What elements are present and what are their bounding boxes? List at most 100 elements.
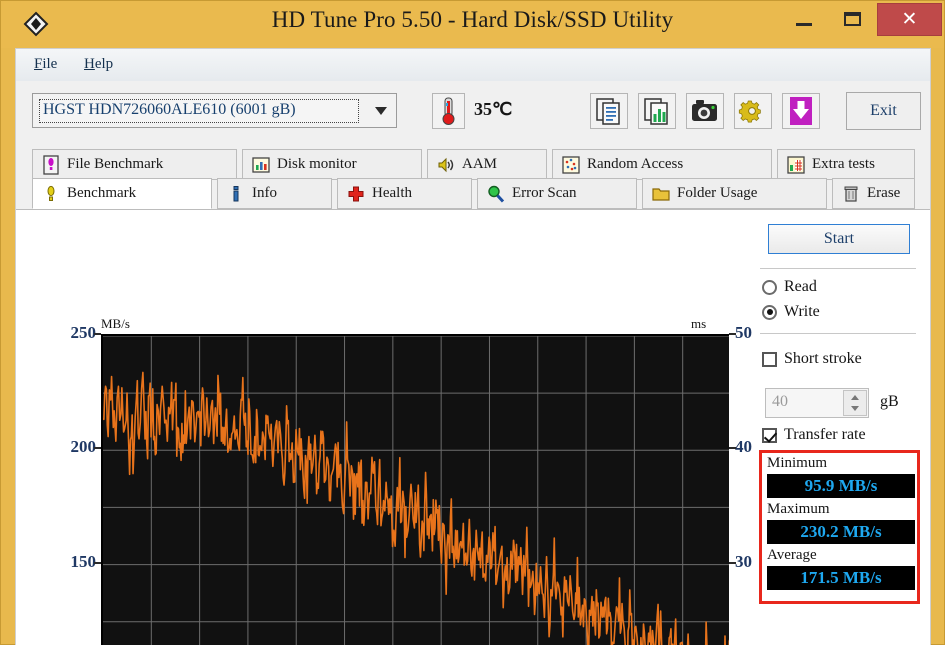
drive-select-value: HGST HDN726060ALE610 (6001 gB): [39, 99, 359, 123]
gear-icon[interactable]: [734, 93, 772, 129]
download-arrow-icon[interactable]: [782, 93, 820, 129]
drive-select[interactable]: HGST HDN726060ALE610 (6001 gB): [32, 93, 397, 128]
hd-tune-window: HD Tune Pro 5.50 - Hard Disk/SSD Utility…: [0, 0, 945, 645]
radio-write[interactable]: Write: [762, 303, 820, 321]
radio-read-label: Read: [784, 278, 817, 295]
menu-help[interactable]: Help: [78, 54, 119, 75]
chart-ytick-left: 150: [70, 551, 97, 571]
checkbox-short-stroke-indicator: [762, 351, 777, 367]
copy-graph-icon[interactable]: [638, 93, 676, 129]
stepper-down-icon[interactable]: [851, 406, 859, 411]
benchmark-panel: MB/s ms 250200150100 50403020 Start Read: [16, 209, 930, 645]
tab-health[interactable]: Health: [337, 178, 472, 209]
info-icon: [226, 184, 246, 204]
start-button[interactable]: Start: [768, 224, 910, 254]
chart-tickmark: [94, 333, 101, 335]
maximize-icon: [844, 12, 861, 26]
temperature-label: 35℃: [474, 99, 513, 119]
extra-tests-icon: [786, 155, 806, 175]
exit-button[interactable]: Exit: [846, 92, 921, 130]
checkbox-transfer-rate-label: Transfer rate: [784, 426, 866, 443]
result-value-maximum: 230.2 MB/s: [767, 520, 915, 544]
toolbar: HGST HDN726060ALE610 (6001 gB) 35℃ Exit: [16, 81, 930, 145]
checkbox-short-stroke[interactable]: Short stroke: [762, 350, 862, 368]
radio-write-label: Write: [784, 303, 820, 320]
chart-tickmark: [94, 447, 101, 450]
health-cross-icon: [346, 184, 366, 204]
benchmark-icon: [41, 184, 61, 204]
magnifier-icon: [486, 184, 506, 204]
control-panel: Start Read Write Short stroke 40 gB Tran…: [756, 218, 924, 643]
chart-y2label: ms: [691, 316, 707, 331]
radio-write-indicator: [762, 304, 777, 320]
maximize-button[interactable]: [831, 3, 873, 35]
transfer-rate-chart: MB/s ms 250200150100 50403020: [36, 222, 752, 645]
camera-icon[interactable]: [686, 93, 724, 129]
radio-read[interactable]: Read: [762, 278, 817, 296]
tab-strip: File Benchmark Disk monitor AAM Random A…: [16, 145, 930, 209]
close-button[interactable]: ✕: [877, 3, 942, 36]
result-value-average: 171.5 MB/s: [767, 566, 915, 590]
results-box: Minimum 95.9 MB/s Maximum 230.2 MB/s Ave…: [759, 450, 920, 604]
tab-label: Random Access: [587, 156, 684, 172]
tab-benchmark[interactable]: Benchmark: [32, 178, 212, 209]
tab-label: Error Scan: [512, 185, 577, 201]
checkbox-transfer-rate-indicator: [762, 427, 777, 443]
chart-tickmark: [729, 333, 736, 335]
divider: [760, 268, 916, 269]
disk-monitor-icon: [251, 155, 271, 175]
result-label-maximum: Maximum: [767, 501, 830, 517]
trash-icon: [841, 184, 861, 204]
chart-tickmark: [94, 561, 101, 564]
tab-label: Folder Usage: [677, 185, 758, 201]
tab-label: File Benchmark: [67, 156, 164, 172]
result-label-average: Average: [767, 547, 817, 563]
short-stroke-stepper[interactable]: 40: [765, 388, 869, 418]
chart-ytick-left: 250: [70, 323, 97, 342]
close-icon: ✕: [901, 9, 918, 30]
tab-label: Disk monitor: [277, 156, 357, 172]
stepper-up-icon[interactable]: [851, 395, 859, 400]
tab-file-benchmark[interactable]: File Benchmark: [32, 149, 237, 180]
minimize-icon: [796, 23, 812, 26]
tab-info[interactable]: Info: [217, 178, 332, 209]
short-stroke-unit: gB: [880, 393, 899, 410]
title-bar: HD Tune Pro 5.50 - Hard Disk/SSD Utility…: [1, 1, 944, 48]
client-area: File Help HGST HDN726060ALE610 (6001 gB)…: [15, 48, 931, 645]
tab-aam[interactable]: AAM: [427, 149, 547, 180]
random-access-icon: [561, 155, 581, 175]
chart-plot-area: [101, 334, 729, 645]
file-benchmark-icon: [41, 154, 61, 175]
checkbox-transfer-rate[interactable]: Transfer rate: [762, 426, 866, 444]
short-stroke-value: 40: [772, 393, 788, 410]
chart-tickmark: [729, 447, 736, 450]
menu-bar: File Help: [16, 49, 930, 81]
tab-label: Extra tests: [812, 156, 875, 172]
minimize-button[interactable]: [783, 3, 825, 35]
speaker-icon: [436, 155, 456, 175]
tab-label: Erase: [867, 185, 901, 201]
tab-erase[interactable]: Erase: [832, 178, 915, 209]
chart-svg: [103, 336, 729, 645]
copy-text-icon[interactable]: [590, 93, 628, 129]
divider: [760, 333, 916, 334]
tab-row-top: File Benchmark Disk monitor AAM Random A…: [16, 149, 930, 180]
tab-label: AAM: [462, 156, 498, 172]
folder-icon: [651, 184, 671, 204]
chart-ylabel: MB/s: [101, 316, 130, 331]
tab-error-scan[interactable]: Error Scan: [477, 178, 637, 209]
result-value-minimum: 95.9 MB/s: [767, 474, 915, 498]
menu-file[interactable]: File: [28, 54, 63, 75]
tab-random-access[interactable]: Random Access: [552, 149, 772, 180]
result-label-minimum: Minimum: [767, 455, 828, 471]
stepper-buttons[interactable]: [843, 390, 867, 416]
thermometer-icon: [432, 93, 465, 129]
checkbox-short-stroke-label: Short stroke: [784, 350, 862, 367]
chevron-down-icon: [374, 103, 388, 120]
tab-label: Health: [372, 185, 412, 201]
tab-folder-usage[interactable]: Folder Usage: [642, 178, 827, 209]
radio-read-indicator: [762, 279, 777, 295]
tab-extra-tests[interactable]: Extra tests: [777, 149, 915, 180]
tab-disk-monitor[interactable]: Disk monitor: [242, 149, 422, 180]
chart-ytick-left: 200: [70, 437, 97, 457]
